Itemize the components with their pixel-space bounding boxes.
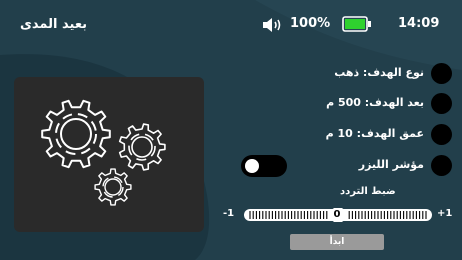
info-row-target-depth: عمق الهدف: 10 م — [300, 124, 454, 146]
clock: 14:09 — [398, 16, 440, 31]
slider-max-label: +1 — [437, 208, 453, 219]
mode-title: بعيد المدى — [20, 17, 88, 32]
device-screen: بعيد المدى 100% 14:09 نوع الهدف: ذهب بعد… — [0, 0, 462, 260]
target-depth-label: عمق الهدف: 10 م — [325, 127, 424, 140]
status-dot — [431, 155, 452, 176]
target-distance-label: بعد الهدف: 500 م — [326, 96, 424, 109]
status-dot — [431, 63, 452, 84]
info-row-laser: مؤشر الليزر — [300, 155, 454, 177]
slider-min-label: -1 — [223, 208, 235, 219]
toggle-knob — [245, 159, 259, 173]
frequency-label: ضبط التردد — [340, 186, 396, 197]
info-row-target-distance: بعد الهدف: 500 م — [300, 93, 454, 115]
info-row-target-type: نوع الهدف: ذهب — [300, 63, 454, 85]
laser-toggle[interactable] — [241, 155, 287, 177]
gear-image-panel — [14, 77, 204, 232]
status-dot — [431, 124, 452, 145]
battery-icon — [342, 16, 372, 36]
start-button[interactable]: ابدأ — [290, 234, 384, 250]
gears-icon — [41, 99, 166, 206]
slider-value: 0 — [333, 209, 341, 220]
target-type-label: نوع الهدف: ذهب — [334, 66, 424, 79]
laser-pointer-label: مؤشر الليزر — [358, 158, 424, 171]
status-dot — [431, 93, 452, 114]
battery-percent: 100% — [290, 16, 331, 31]
speaker-icon[interactable] — [262, 17, 284, 36]
